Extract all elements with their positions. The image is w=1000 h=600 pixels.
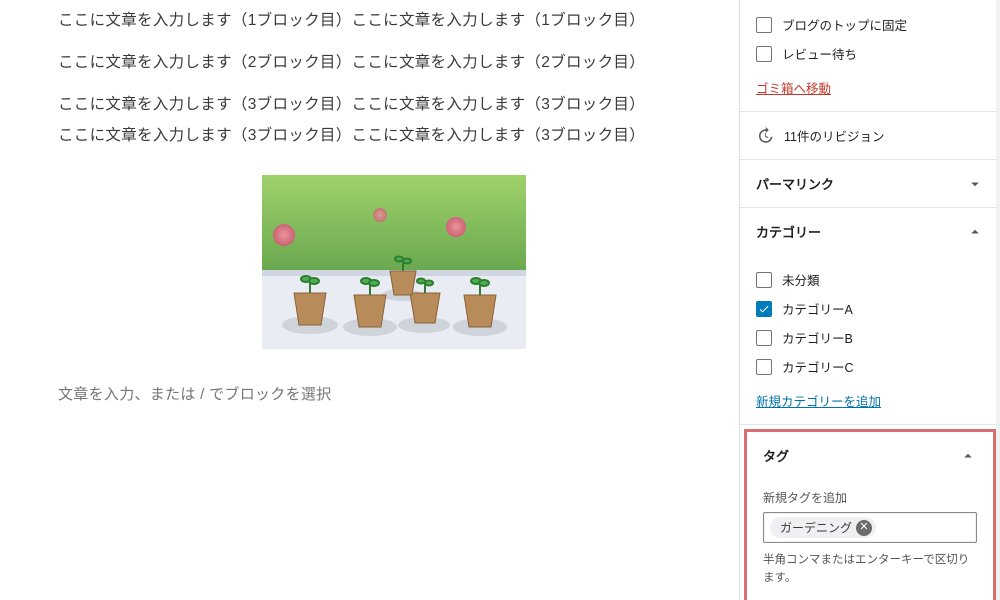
panel-title: タグ — [763, 446, 789, 465]
revisions-button[interactable]: 11件のリビジョン — [740, 112, 1000, 160]
checkbox-label: カテゴリーA — [782, 299, 853, 318]
chevron-down-icon — [966, 175, 984, 193]
status-panel: ブログのトップに固定 レビュー待ち ゴミ箱へ移動 — [740, 0, 1000, 112]
tags-input[interactable]: ガーデニング✕ — [763, 512, 977, 543]
image-block[interactable] — [58, 175, 729, 349]
tags-hint: 半角コンマまたはエンターキーで区切ります。 — [763, 551, 977, 588]
paragraph-block[interactable]: ここに文章を入力します（2ブロック目）ここに文章を入力します（2ブロック目） — [58, 48, 729, 78]
tags-panel: タグ 新規タグを追加 ガーデニング✕ 半角コンマまたはエンターキーで区切ります。 — [747, 432, 993, 600]
category-checkbox[interactable]: カテゴリーB — [756, 323, 984, 352]
checkbox-icon — [756, 330, 772, 346]
checkbox-label: 未分類 — [782, 270, 820, 289]
chevron-up-icon — [959, 447, 977, 465]
block-appender[interactable]: 文章を入力、または / でブロックを選択 — [58, 383, 729, 404]
sidebar-scrollbar[interactable] — [996, 0, 1000, 600]
checkbox-icon — [756, 272, 772, 288]
revisions-label: 11件のリビジョン — [784, 126, 884, 145]
checkbox-label: カテゴリーB — [782, 328, 853, 347]
tag-chip: ガーデニング✕ — [770, 517, 876, 538]
checkbox-icon — [756, 359, 772, 375]
checkbox-label: カテゴリーC — [782, 357, 854, 376]
checkbox-label: ブログのトップに固定 — [782, 15, 907, 34]
tag-chip-label: ガーデニング — [780, 519, 852, 536]
chevron-up-icon — [966, 223, 984, 241]
tags-field-label: 新規タグを追加 — [763, 489, 977, 506]
tags-panel-highlight: タグ 新規タグを追加 ガーデニング✕ 半角コンマまたはエンターキーで区切ります。 — [744, 429, 996, 600]
settings-sidebar: ブログのトップに固定 レビュー待ち ゴミ箱へ移動 11件のリビジョン パーマリン… — [740, 0, 1000, 600]
tags-toggle[interactable]: タグ — [747, 432, 993, 479]
move-to-trash-link[interactable]: ゴミ箱へ移動 — [756, 78, 831, 97]
block-editor-canvas: ここに文章を入力します（1ブロック目）ここに文章を入力します（1ブロック目） こ… — [0, 0, 740, 600]
category-checkbox[interactable]: カテゴリーC — [756, 352, 984, 381]
history-icon — [756, 127, 774, 145]
checkbox-label: レビュー待ち — [782, 44, 857, 63]
panel-title: パーマリンク — [756, 174, 834, 193]
permalink-toggle[interactable]: パーマリンク — [740, 160, 1000, 207]
paragraph-block[interactable]: ここに文章を入力します（3ブロック目）ここに文章を入力します（3ブロック目） こ… — [58, 90, 729, 150]
pending-review-checkbox[interactable]: レビュー待ち — [756, 39, 984, 68]
permalink-panel: パーマリンク — [740, 160, 1000, 208]
panel-title: カテゴリー — [756, 222, 821, 241]
paragraph-block[interactable]: ここに文章を入力します（1ブロック目）ここに文章を入力します（1ブロック目） — [58, 6, 729, 36]
checkbox-icon — [756, 301, 772, 317]
category-checkbox[interactable]: カテゴリーA — [756, 294, 984, 323]
category-checkbox[interactable]: 未分類 — [756, 265, 984, 294]
categories-panel: カテゴリー 未分類カテゴリーA カテゴリーB カテゴリーC 新規カテゴリーを追加 — [740, 208, 1000, 425]
categories-toggle[interactable]: カテゴリー — [740, 208, 1000, 255]
remove-tag-icon[interactable]: ✕ — [856, 520, 872, 536]
add-new-category-link[interactable]: 新規カテゴリーを追加 — [756, 391, 881, 410]
checkbox-icon — [756, 17, 772, 33]
stick-to-top-checkbox[interactable]: ブログのトップに固定 — [756, 10, 984, 39]
checkbox-icon — [756, 46, 772, 62]
